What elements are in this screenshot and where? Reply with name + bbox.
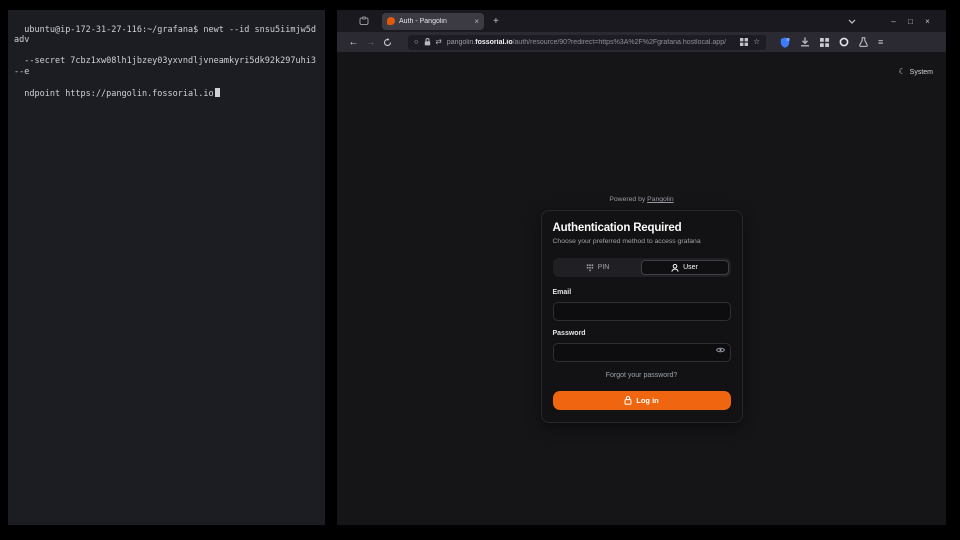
user-icon	[671, 264, 679, 272]
ublock-shield-icon[interactable]	[780, 37, 790, 48]
menu-hamburger-icon[interactable]: ≡	[878, 38, 883, 47]
list-tabs-chevron-icon[interactable]	[848, 19, 865, 24]
download-icon[interactable]	[800, 37, 810, 47]
window-controls: – □ ×	[848, 17, 946, 26]
containers-grid-icon[interactable]	[740, 38, 748, 46]
forgot-password-link[interactable]: Forgot your password?	[553, 372, 731, 379]
theme-toggle[interactable]: ☾ System	[898, 68, 933, 76]
tab-title: Auth - Pangolin	[399, 18, 470, 25]
auth-page: ☾ System Powered by Pangolin Authenticat…	[337, 52, 946, 525]
navigation-bar: ← → ○ ⇄ pangolin.fossorial.io/auth/resou…	[337, 32, 946, 52]
terminal-cursor	[215, 88, 220, 97]
keypad-icon	[586, 264, 594, 272]
close-window-button[interactable]: ×	[919, 17, 936, 26]
email-field[interactable]	[553, 302, 731, 321]
minimize-button[interactable]: –	[885, 17, 902, 26]
terminal-line: ubuntu@ip-172-31-27-116:~/grafana$ newt …	[14, 25, 316, 46]
swap-icon[interactable]: ⇄	[436, 38, 442, 46]
card-title: Authentication Required	[553, 222, 731, 234]
ring-extension-icon[interactable]	[839, 37, 849, 47]
forward-icon[interactable]: →	[362, 37, 379, 48]
tab-pin-label: PIN	[598, 264, 610, 271]
tracking-protection-icon[interactable]: ○	[414, 38, 419, 46]
tab-bar: Auth - Pangolin × + – □ ×	[337, 10, 946, 32]
reload-icon[interactable]	[379, 38, 396, 47]
password-field[interactable]	[553, 343, 731, 362]
extensions-grid-icon[interactable]	[820, 38, 829, 47]
method-tabs: PIN User	[553, 258, 731, 277]
new-tab-button[interactable]: +	[493, 16, 499, 27]
back-icon[interactable]: ←	[345, 37, 362, 48]
url-bar[interactable]: ○ ⇄ pangolin.fossorial.io/auth/resource/…	[408, 35, 766, 50]
powered-by: Powered by Pangolin	[541, 196, 743, 203]
terminal-window[interactable]: ubuntu@ip-172-31-27-116:~/grafana$ newt …	[8, 10, 325, 525]
terminal-line: ndpoint https://pangolin.fossorial.io	[24, 89, 213, 99]
email-label: Email	[553, 289, 731, 296]
pangolin-link[interactable]: Pangolin	[647, 196, 673, 203]
auth-card: Authentication Required Choose your pref…	[541, 210, 743, 423]
lock-icon[interactable]	[424, 38, 431, 46]
auth-column: Powered by Pangolin Authentication Requi…	[541, 196, 743, 423]
bookmark-star-icon[interactable]: ☆	[753, 38, 760, 46]
tab-user-label: User	[683, 264, 698, 271]
firefox-view-icon[interactable]	[359, 16, 369, 26]
tab-user[interactable]: User	[641, 260, 729, 275]
tab-close-icon[interactable]: ×	[474, 17, 479, 26]
login-button-label: Log in	[636, 396, 659, 405]
pangolin-favicon	[387, 17, 395, 25]
terminal-line: --secret 7cbz1xw08lh1jbzey03yxvndljvneam…	[14, 56, 321, 77]
tab-pin[interactable]: PIN	[555, 260, 641, 275]
password-label: Password	[553, 330, 731, 337]
theme-toggle-label: System	[910, 69, 933, 76]
browser-window: Auth - Pangolin × + – □ × ← → ○ ⇄ pangol…	[337, 10, 946, 525]
url-text: pangolin.fossorial.io/auth/resource/90?r…	[447, 39, 735, 46]
browser-tab[interactable]: Auth - Pangolin ×	[382, 13, 484, 30]
maximize-button[interactable]: □	[902, 17, 919, 26]
toolbar-icons: ≡	[780, 37, 883, 48]
show-password-eye-icon[interactable]	[716, 346, 725, 354]
login-button[interactable]: Log in	[553, 391, 731, 410]
moon-icon: ☾	[898, 68, 905, 76]
lock-icon	[624, 396, 632, 405]
flask-extension-icon[interactable]	[859, 37, 868, 47]
card-subtitle: Choose your preferred method to access g…	[553, 238, 731, 245]
